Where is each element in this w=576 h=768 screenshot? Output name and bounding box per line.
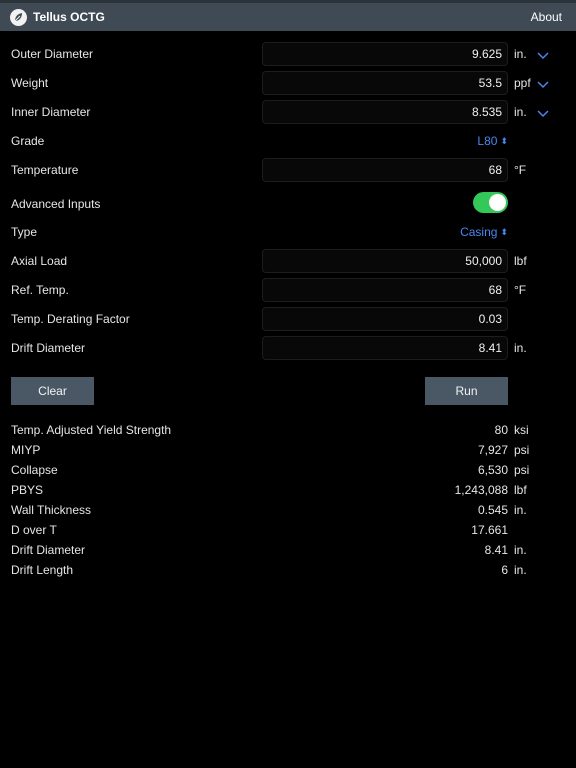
result-label: Drift Length (11, 563, 74, 577)
result-row: Wall Thickness 0.545 in. (0, 500, 576, 520)
outer-diameter-unit: in. (514, 47, 527, 61)
result-unit: lbf (514, 483, 527, 497)
inner-diameter-unit: in. (514, 105, 527, 119)
result-value: 7,927 (477, 443, 508, 457)
result-label: Temp. Adjusted Yield Strength (11, 423, 172, 437)
axial-load-unit: lbf (514, 254, 527, 268)
result-row: Drift Length 6 in. (0, 560, 576, 580)
ref-temp-unit: °F (514, 283, 527, 297)
grade-label: Grade (11, 134, 45, 148)
drift-diameter-unit: in. (514, 341, 527, 355)
type-label: Type (11, 225, 38, 239)
type-picker[interactable]: Casing ⬍ (460, 225, 508, 239)
result-row: D over T 17.661 (0, 520, 576, 540)
derating-input[interactable] (262, 307, 508, 331)
result-value: 17.661 (471, 523, 508, 537)
axial-load-row: Axial Load lbf (0, 249, 576, 273)
result-value: 6,530 (477, 463, 508, 477)
result-value: 6 (501, 563, 508, 577)
ref-temp-label: Ref. Temp. (11, 283, 69, 297)
ref-temp-input[interactable] (262, 278, 508, 302)
result-label: Collapse (11, 463, 58, 477)
grade-value: L80 (477, 134, 498, 148)
chevron-down-icon[interactable] (536, 79, 550, 89)
result-unit: in. (514, 543, 527, 557)
ref-temp-row: Ref. Temp. °F (0, 278, 576, 302)
inner-diameter-input[interactable] (262, 100, 508, 124)
result-label: MIYP (11, 443, 41, 457)
result-value: 8.41 (484, 543, 508, 557)
inner-diameter-label: Inner Diameter (11, 105, 91, 119)
result-row: Collapse 6,530 psi (0, 460, 576, 480)
drift-diameter-row: Drift Diameter in. (0, 336, 576, 360)
weight-unit: ppf (514, 76, 531, 90)
type-value: Casing (460, 225, 498, 239)
advanced-inputs-row: Advanced Inputs (0, 192, 576, 216)
up-down-chevron-icon: ⬍ (500, 136, 508, 146)
temperature-unit: °F (514, 163, 527, 177)
drift-diameter-label: Drift Diameter (11, 341, 86, 355)
chevron-down-icon[interactable] (536, 108, 550, 118)
temperature-label: Temperature (11, 163, 79, 177)
leaf-icon (10, 9, 27, 26)
result-value: 80 (494, 423, 508, 437)
result-label: Drift Diameter (11, 543, 86, 557)
temperature-row: Temperature °F (0, 158, 576, 182)
result-unit: in. (514, 563, 527, 577)
result-row: Drift Diameter 8.41 in. (0, 540, 576, 560)
result-row: MIYP 7,927 psi (0, 440, 576, 460)
temperature-input[interactable] (262, 158, 508, 182)
outer-diameter-label: Outer Diameter (11, 47, 94, 61)
result-unit: psi (514, 463, 530, 477)
up-down-chevron-icon: ⬍ (500, 227, 508, 237)
weight-input[interactable] (262, 71, 508, 95)
clear-button[interactable]: Clear (11, 377, 94, 405)
result-unit: psi (514, 443, 530, 457)
result-label: PBYS (11, 483, 44, 497)
outer-diameter-input[interactable] (262, 42, 508, 66)
weight-row: Weight ppf (0, 71, 576, 95)
derating-row: Temp. Derating Factor (0, 307, 576, 331)
result-label: Wall Thickness (11, 503, 92, 517)
grade-picker[interactable]: L80 ⬍ (477, 134, 508, 148)
derating-label: Temp. Derating Factor (11, 312, 130, 326)
drift-diameter-input[interactable] (262, 336, 508, 360)
type-row: Type Casing ⬍ (0, 220, 576, 244)
result-unit: in. (514, 503, 527, 517)
about-link[interactable]: About (531, 10, 562, 24)
result-unit: ksi (514, 423, 529, 437)
axial-load-label: Axial Load (11, 254, 68, 268)
result-value: 1,243,088 (454, 483, 508, 497)
result-value: 0.545 (477, 503, 508, 517)
result-row: Temp. Adjusted Yield Strength 80 ksi (0, 420, 576, 440)
toggle-knob (489, 194, 506, 211)
run-button[interactable]: Run (425, 377, 508, 405)
weight-label: Weight (11, 76, 49, 90)
axial-load-input[interactable] (262, 249, 508, 273)
advanced-inputs-toggle[interactable] (473, 192, 508, 213)
result-label: D over T (11, 523, 57, 537)
outer-diameter-row: Outer Diameter in. (0, 42, 576, 66)
app-title: Tellus OCTG (33, 10, 105, 24)
grade-row: Grade L80 ⬍ (0, 129, 576, 153)
advanced-inputs-label: Advanced Inputs (11, 197, 101, 211)
chevron-down-icon[interactable] (536, 50, 550, 60)
inner-diameter-row: Inner Diameter in. (0, 100, 576, 124)
app-header: Tellus OCTG About (0, 0, 576, 31)
result-row: PBYS 1,243,088 lbf (0, 480, 576, 500)
